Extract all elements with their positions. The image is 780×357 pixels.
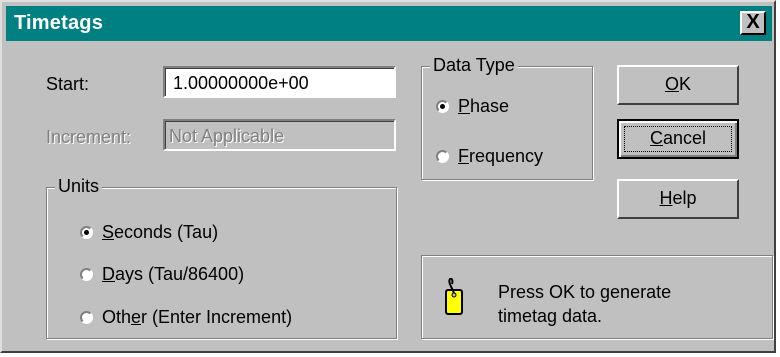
help-button[interactable]: Help: [617, 179, 739, 219]
ok-button-label: OK: [664, 74, 692, 94]
title-bar[interactable]: Timetags X: [6, 6, 772, 41]
radio-seconds[interactable]: Seconds (Tau): [80, 222, 218, 243]
close-button[interactable]: X: [740, 11, 766, 35]
timetags-dialog: Timetags X Start: 1.00000000e+00 Increme…: [0, 0, 776, 353]
radio-other-indicator: [80, 311, 93, 324]
info-line-2: timetag data.: [498, 306, 603, 326]
data-type-group: Data Type Phase Frequency: [421, 55, 593, 180]
increment-value: Not Applicable: [169, 126, 285, 146]
info-panel: Press OK to generate timetag data.: [421, 255, 773, 339]
ok-button[interactable]: OK: [617, 65, 739, 105]
radio-frequency[interactable]: Frequency: [436, 146, 543, 167]
start-input[interactable]: 1.00000000e+00: [163, 66, 396, 98]
close-icon: X: [746, 11, 760, 33]
dialog-title: Timetags: [14, 12, 104, 34]
increment-label: Increment:: [46, 127, 132, 147]
tag-icon: [445, 278, 463, 315]
radio-phase[interactable]: Phase: [436, 96, 509, 117]
radio-phase-label: Phase: [458, 96, 510, 116]
radio-other[interactable]: Other (Enter Increment): [80, 307, 292, 328]
data-type-group-title: Data Type: [430, 55, 518, 76]
radio-seconds-label: Seconds (Tau): [102, 222, 219, 242]
help-button-label: Help: [659, 188, 697, 208]
radio-other-label: Other (Enter Increment): [102, 307, 293, 327]
start-value: 1.00000000e+00: [173, 73, 309, 93]
focus-ring: [624, 126, 732, 152]
radio-frequency-label: Frequency: [458, 146, 544, 166]
units-group: Units Seconds (Tau) Days (Tau/86400) Oth…: [46, 176, 397, 339]
radio-days-indicator: [80, 268, 93, 281]
info-line-1: Press OK to generate: [498, 282, 672, 302]
radio-seconds-indicator: [80, 226, 93, 239]
start-label: Start:: [46, 74, 90, 94]
cancel-button[interactable]: Cancel: [617, 119, 739, 159]
info-message: Press OK to generate timetag data.: [498, 280, 671, 328]
units-group-title: Units: [55, 176, 103, 197]
radio-frequency-indicator: [436, 150, 449, 163]
radio-days-label: Days (Tau/86400): [102, 264, 245, 284]
increment-input: Not Applicable: [163, 119, 396, 151]
radio-days[interactable]: Days (Tau/86400): [80, 264, 244, 285]
radio-phase-indicator: [436, 100, 449, 113]
